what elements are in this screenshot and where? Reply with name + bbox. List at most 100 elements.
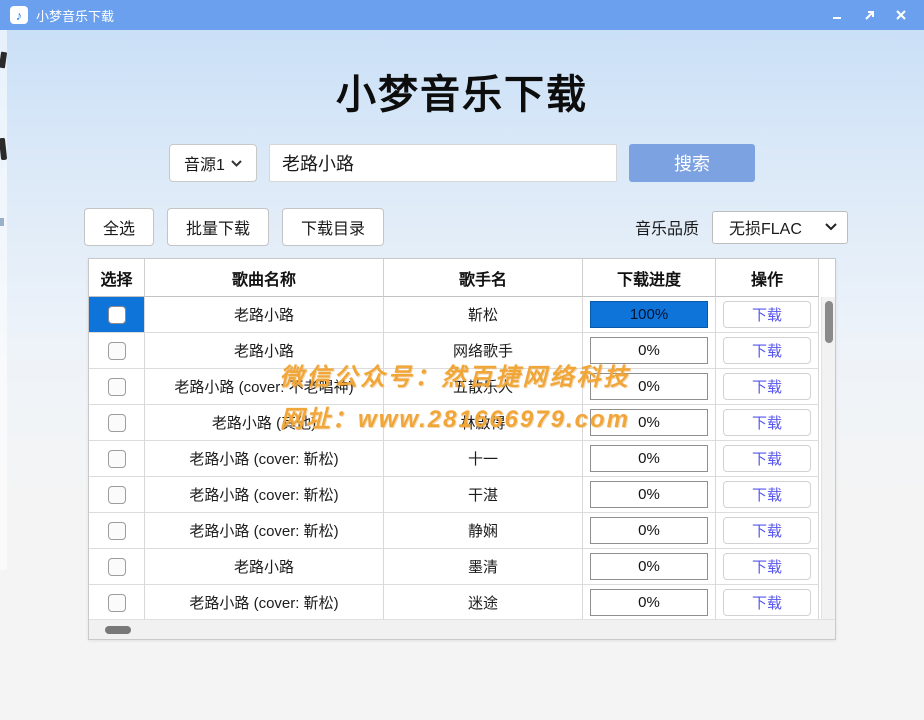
action-cell: 下载 [716,297,819,333]
row-checkbox[interactable] [108,594,126,612]
download-button[interactable]: 下载 [723,445,811,472]
artist-name: 迷途 [384,585,583,621]
action-cell: 下载 [716,585,819,621]
row-checkbox[interactable] [108,522,126,540]
row-checkbox[interactable] [108,414,126,432]
table-header-row: 选择 歌曲名称 歌手名 下载进度 操作 [89,259,821,297]
song-title: 老路小路 (cover: 靳松) [145,585,384,621]
col-header-artist: 歌手名 [384,259,583,297]
table-row: 老路小路 (cover: 靳松) 干湛 0% 下载 [89,477,821,513]
progress-cell: 100% [583,297,716,333]
progress-cell: 0% [583,405,716,441]
quality-group: 音乐品质 无损FLAC [635,211,848,244]
table-rows: 老路小路 靳松 100% 下载 老路小路 网络歌手 0% 下载 老路小路 (co [89,297,835,621]
horizontal-scrollbar-thumb[interactable] [105,626,131,634]
progress-box: 0% [590,589,708,616]
quality-label: 音乐品质 [635,215,699,239]
artist-name: 干湛 [384,477,583,513]
download-button[interactable]: 下载 [723,589,811,616]
vertical-scrollbar-thumb[interactable] [825,301,833,343]
col-header-progress: 下载进度 [583,259,716,297]
download-button[interactable]: 下载 [723,301,811,328]
progress-value: 0% [638,486,660,503]
search-row: 音源1 搜索 [0,144,924,182]
window-controls [824,3,914,27]
progress-box: 0% [590,481,708,508]
table-row: 老路小路 (cover: 靳松) 迷途 0% 下载 [89,585,821,621]
results-table: 选择 歌曲名称 歌手名 下载进度 操作 老路小路 靳松 100% 下载 老路小路… [88,258,836,640]
action-cell: 下载 [716,369,819,405]
download-button[interactable]: 下载 [723,373,811,400]
progress-value: 0% [638,522,660,539]
table-row: 老路小路 墨清 0% 下载 [89,549,821,585]
download-button[interactable]: 下载 [723,553,811,580]
progress-box: 0% [590,409,708,436]
quality-select[interactable]: 无损FLAC [712,211,848,244]
search-input[interactable] [269,144,617,182]
progress-box: 0% [590,445,708,472]
select-all-button[interactable]: 全选 [84,208,154,246]
progress-value: 0% [638,558,660,575]
song-title: 老路小路 [145,297,384,333]
row-checkbox[interactable] [108,486,126,504]
song-title: 老路小路 (cover: 靳松) [145,477,384,513]
minimize-icon[interactable] [824,3,850,27]
select-cell [89,549,145,585]
artist-name: 五散乐人 [384,369,583,405]
progress-value: 0% [638,450,660,467]
download-button[interactable]: 下载 [723,409,811,436]
progress-value: 0% [638,342,660,359]
row-checkbox[interactable] [108,378,126,396]
artist-name: 靳松 [384,297,583,333]
download-button[interactable]: 下载 [723,481,811,508]
search-button[interactable]: 搜索 [629,144,755,182]
horizontal-scrollbar[interactable] [89,619,835,639]
app-music-note-icon: ♪ [10,6,28,24]
artist-name: 静娴 [384,513,583,549]
select-cell [89,405,145,441]
select-cell [89,441,145,477]
select-cell [89,513,145,549]
col-header-song: 歌曲名称 [145,259,384,297]
col-header-action: 操作 [716,259,819,297]
song-title: 老路小路 (cover: 靳松) [145,441,384,477]
row-checkbox[interactable] [108,306,126,324]
download-button[interactable]: 下载 [723,337,811,364]
table-row: 老路小路 (cover: 靳松) 静娴 0% 下载 [89,513,821,549]
chevron-down-icon [231,160,242,167]
batch-download-button[interactable]: 批量下载 [167,208,269,246]
table-row: 老路小路 (cover: 靳松) 十一 0% 下载 [89,441,821,477]
artist-name: 十一 [384,441,583,477]
progress-cell: 0% [583,549,716,585]
progress-cell: 0% [583,477,716,513]
vertical-scrollbar[interactable] [821,297,835,621]
song-title: 老路小路 [145,549,384,585]
col-header-select: 选择 [89,259,145,297]
download-button[interactable]: 下载 [723,517,811,544]
select-cell [89,369,145,405]
source-select-value: 音源1 [184,151,225,175]
table-row: 老路小路 网络歌手 0% 下载 [89,333,821,369]
progress-cell: 0% [583,333,716,369]
song-title: 老路小路 (cover: 不老唱神) [145,369,384,405]
maximize-icon[interactable] [856,3,882,27]
titlebar: ♪ 小梦音乐下载 [0,0,924,30]
action-cell: 下载 [716,477,819,513]
select-cell [89,477,145,513]
action-cell: 下载 [716,405,819,441]
chevron-down-icon [825,223,837,231]
progress-value: 0% [638,378,660,395]
progress-box: 0% [590,517,708,544]
close-icon[interactable] [888,3,914,27]
action-cell: 下载 [716,513,819,549]
song-title: 老路小路 [145,333,384,369]
progress-cell: 0% [583,441,716,477]
row-checkbox[interactable] [108,558,126,576]
select-cell [89,297,145,333]
progress-value: 0% [638,414,660,431]
download-dir-button[interactable]: 下载目录 [282,208,384,246]
row-checkbox[interactable] [108,342,126,360]
source-select[interactable]: 音源1 [169,144,257,182]
row-checkbox[interactable] [108,450,126,468]
artist-name: 墨清 [384,549,583,585]
